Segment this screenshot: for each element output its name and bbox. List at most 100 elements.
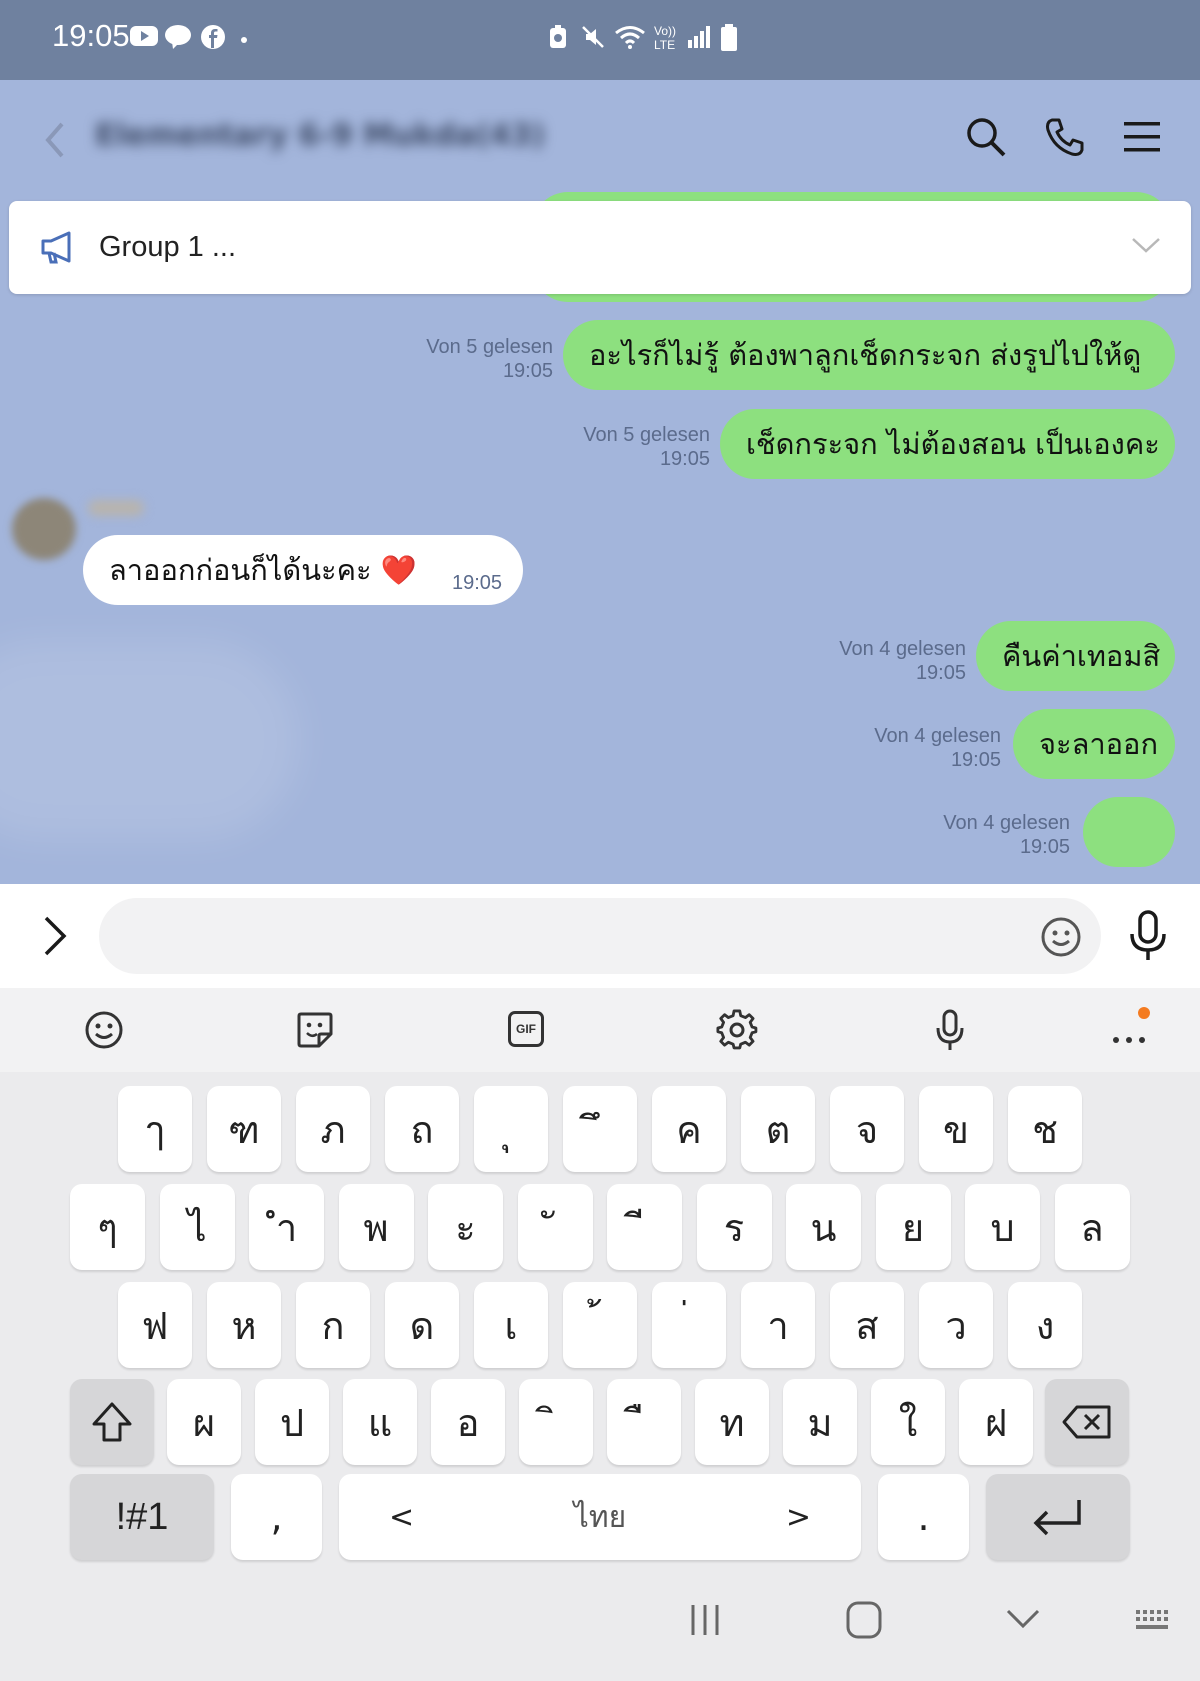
key[interactable]: ถ — [385, 1086, 459, 1172]
key[interactable]: จ — [830, 1086, 904, 1172]
shift-key[interactable] — [70, 1379, 154, 1465]
gif-icon[interactable]: GIF — [508, 1011, 544, 1047]
notification-dot-icon — [241, 37, 247, 43]
key[interactable]: แ — [343, 1379, 417, 1465]
key[interactable]: ฟ — [118, 1282, 192, 1368]
space-left-arrow: < — [389, 1499, 415, 1535]
key[interactable]: ี — [607, 1184, 682, 1270]
key[interactable]: อ — [431, 1379, 505, 1465]
key[interactable]: ว — [919, 1282, 993, 1368]
voice-input-icon[interactable] — [933, 1008, 967, 1052]
key[interactable]: ท — [695, 1379, 769, 1465]
chat-area[interactable]: Elementary 6-9 Mukda(43) Group 1 ... Von… — [0, 80, 1200, 884]
pinned-announcement[interactable]: Group 1 ... — [9, 201, 1191, 294]
message-bubble[interactable]: อะไรก็ไม่รู้ ต้องพาลูกเช็ดกระจก ส่งรูปไป… — [563, 320, 1175, 390]
key[interactable]: ้ — [563, 1282, 637, 1368]
settings-gear-icon[interactable] — [716, 1009, 758, 1051]
wifi-icon — [615, 26, 645, 49]
keyboard-hide-icon[interactable] — [1134, 1608, 1174, 1634]
symbols-key[interactable]: !#1 — [70, 1474, 214, 1560]
key[interactable]: ฑ — [207, 1086, 281, 1172]
key[interactable]: บ — [965, 1184, 1040, 1270]
svg-text:Vo)): Vo)) — [654, 24, 676, 38]
enter-arrow-icon — [1033, 1500, 1081, 1536]
mute-icon — [582, 26, 604, 48]
key[interactable]: ข — [919, 1086, 993, 1172]
key[interactable]: ช — [1008, 1086, 1082, 1172]
key[interactable]: ม — [783, 1379, 857, 1465]
search-icon[interactable] — [965, 116, 1007, 158]
language-label: ไทย — [573, 1499, 627, 1535]
message-time: 19:05 — [659, 448, 710, 470]
chevron-down-icon[interactable] — [1131, 237, 1161, 255]
key[interactable]: ิ — [519, 1379, 593, 1465]
key[interactable]: ุ — [474, 1086, 548, 1172]
key[interactable]: ต — [741, 1086, 815, 1172]
expand-arrow-icon[interactable] — [42, 914, 68, 958]
menu-icon[interactable] — [1124, 120, 1160, 154]
emoji-icon[interactable] — [84, 1010, 124, 1050]
key[interactable]: ค — [652, 1086, 726, 1172]
key[interactable]: ื — [607, 1379, 681, 1465]
backspace-key[interactable] — [1045, 1379, 1129, 1465]
facebook-icon — [201, 25, 225, 49]
emoji-icon[interactable] — [1040, 916, 1082, 958]
key[interactable]: ก — [296, 1282, 370, 1368]
navigation-bar — [0, 1582, 1200, 1681]
back-arrow-icon[interactable] — [38, 118, 72, 162]
space-key[interactable]: < ไทย > — [339, 1474, 861, 1560]
message-bubble[interactable]: คืนค่าเทอมสิ — [976, 621, 1175, 691]
key[interactable]: ล — [1054, 1184, 1130, 1270]
message-meta: Von 5 gelesen 19:05 — [380, 335, 553, 383]
key[interactable]: ภ — [296, 1086, 370, 1172]
space-right-arrow: > — [785, 1499, 811, 1535]
battery-saver-icon — [550, 25, 566, 48]
phone-icon[interactable] — [1044, 116, 1086, 158]
megaphone-icon — [41, 231, 71, 264]
message-bubble[interactable]: เช็ดกระจก ไม่ต้องสอน เป็นเองคะ — [720, 409, 1175, 479]
thai-keyboard: ๅฑภถุึคตจขช ๆไำพะัีรนยบล ฟหกดเ้่าสวง ผปแ… — [0, 1072, 1200, 1582]
key[interactable]: เ — [474, 1282, 548, 1368]
key[interactable]: ผ — [167, 1379, 241, 1465]
key[interactable]: ำ — [249, 1184, 324, 1270]
key[interactable]: ะ — [428, 1184, 503, 1270]
key[interactable]: ร — [696, 1184, 772, 1270]
key[interactable]: ใ — [871, 1379, 945, 1465]
key[interactable]: ั — [517, 1184, 593, 1270]
avatar[interactable] — [12, 498, 76, 560]
key[interactable]: ๆ — [70, 1184, 145, 1270]
battery-icon — [721, 24, 737, 51]
key[interactable]: พ — [338, 1184, 414, 1270]
key[interactable]: า — [741, 1282, 815, 1368]
keyboard-toolbar: GIF — [0, 988, 1200, 1072]
sticker-icon[interactable] — [295, 1010, 335, 1050]
read-receipt: Von 4 gelesen — [839, 638, 966, 660]
microphone-icon[interactable] — [1126, 910, 1170, 962]
key[interactable]: ่ — [652, 1282, 726, 1368]
pinned-text: Group 1 ... — [99, 231, 237, 263]
key[interactable]: ง — [1008, 1282, 1082, 1368]
message-bubble[interactable]: จะลาออก — [1013, 709, 1175, 779]
message-bubble[interactable] — [1083, 797, 1175, 867]
recent-apps-icon[interactable] — [688, 1602, 722, 1638]
comma-key[interactable]: , — [231, 1474, 322, 1560]
more-options-icon[interactable] — [1110, 1006, 1152, 1052]
message-input[interactable] — [99, 898, 1101, 974]
key[interactable]: ๅ — [118, 1086, 192, 1172]
key[interactable]: ห — [207, 1282, 281, 1368]
home-icon[interactable] — [845, 1600, 883, 1640]
key[interactable]: ด — [385, 1282, 459, 1368]
backspace-icon — [1062, 1405, 1111, 1439]
period-key[interactable]: . — [878, 1474, 969, 1560]
signal-icon — [688, 26, 710, 48]
enter-key[interactable] — [986, 1474, 1130, 1560]
back-chevron-icon[interactable] — [1005, 1608, 1041, 1630]
key[interactable]: ึ — [563, 1086, 637, 1172]
key[interactable]: น — [786, 1184, 861, 1270]
key[interactable]: ส — [830, 1282, 904, 1368]
key[interactable]: ย — [875, 1184, 951, 1270]
key[interactable]: ป — [255, 1379, 329, 1465]
key[interactable]: ฝ — [959, 1379, 1033, 1465]
key[interactable]: ไ — [159, 1184, 235, 1270]
svg-text:LTE: LTE — [654, 38, 675, 52]
